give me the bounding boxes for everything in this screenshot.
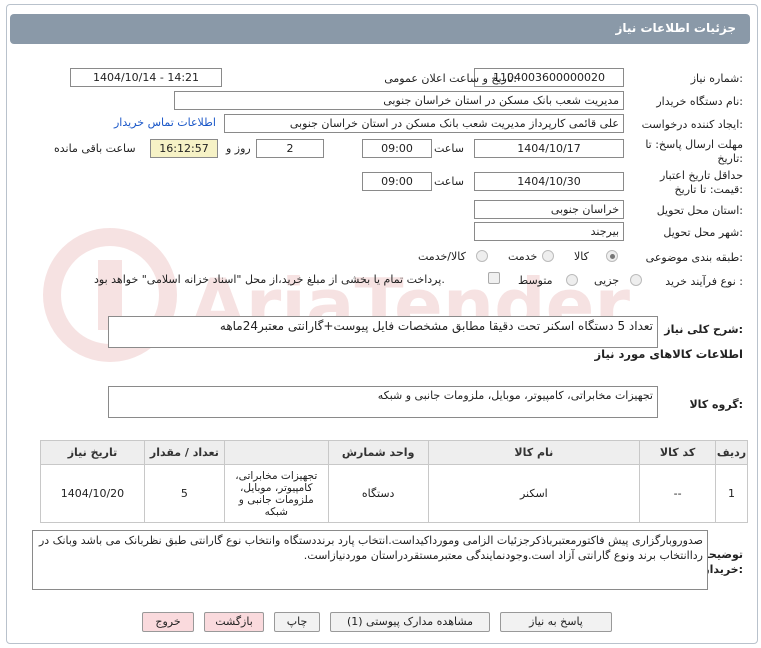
validity-label-line1: حداقل تاریخ اعتبار (659, 169, 743, 182)
process-option-minor: جزیی (594, 274, 620, 287)
treasury-payment-checkbox[interactable] (488, 272, 500, 284)
col-unit: واحد شمارش (327, 440, 429, 465)
cell-unit: دستگاه (327, 464, 429, 523)
category-radio-goods-service[interactable] (476, 250, 488, 262)
process-option-medium: متوسط (518, 274, 553, 287)
category-radio-service[interactable] (542, 250, 554, 262)
creator-label: ایجاد کننده درخواست: (641, 118, 743, 131)
col-qty: تعداد / مقدار (143, 440, 225, 465)
deadline-label-line1: مهلت ارسال پاسخ: تا (645, 138, 743, 151)
summary-label: شرح کلی نیاز: (664, 323, 743, 336)
announce-label: تاریخ و ساعت اعلان عمومی: (384, 72, 517, 85)
buyer-notes-text: صدوروبارگزاری پیش فاکتورمعتبرباذکرجزئیات… (38, 534, 703, 562)
goods-group-field: تجهیزات مخابراتی، کامپیوتر، موبایل، ملزو… (108, 386, 658, 418)
category-option-goods-service: کالا/خدمت (418, 250, 466, 263)
col-code: کد کالا (639, 440, 717, 465)
goods-group-label: گروه کالا: (689, 398, 743, 411)
province-field: خراسان جنوبی (474, 200, 624, 219)
cell-name: اسکنر (427, 464, 641, 523)
validity-date-field: 1404/10/30 (474, 172, 624, 191)
items-table-header: ردیف کد کالا نام کالا واحد شمارش تعداد /… (40, 440, 748, 465)
reply-button[interactable]: پاسخ به نیاز (500, 612, 612, 632)
summary-text: تعداد 5 دستگاه اسکنر تحت دقیقا مطابق مشخ… (219, 319, 653, 333)
validity-time-field: 09:00 (362, 172, 432, 191)
need-number-label: شماره نیاز: (690, 72, 743, 85)
buyer-label: نام دستگاه خریدار: (656, 95, 743, 108)
remaining-time-field: 16:12:57 (150, 139, 218, 158)
deadline-label-line2: تاریخ: (717, 152, 743, 165)
cell-group: تجهیزات مخابراتی، کامپیوتر، موبایل، ملزو… (223, 464, 329, 523)
validity-label-line2: قیمت: تا تاریخ: (674, 183, 743, 196)
page-title: جزئیات اطلاعات نیاز (615, 21, 736, 35)
back-button[interactable]: بازگشت (204, 612, 264, 632)
city-field: بیرجند (474, 222, 624, 241)
city-label: شهر محل تحویل: (663, 226, 743, 239)
view-attachments-button[interactable]: مشاهده مدارک پیوستی (1) (330, 612, 490, 632)
deadline-time-label: ساعت (434, 142, 464, 155)
process-label: نوع فرآیند خرید : (665, 275, 743, 288)
summary-field: تعداد 5 دستگاه اسکنر تحت دقیقا مطابق مشخ… (108, 316, 658, 348)
province-label: استان محل تحویل: (656, 204, 743, 217)
col-group (223, 440, 329, 465)
cell-qty: 5 (143, 464, 225, 523)
process-radio-medium[interactable] (566, 274, 578, 286)
contact-buyer-link[interactable]: اطلاعات تماس خریدار (114, 116, 216, 129)
goods-group-text: تجهیزات مخابراتی، کامپیوتر، موبایل، ملزو… (377, 389, 653, 402)
creator-field: علی قائمی کارپرداز مدیریت شعب بانک مسکن … (224, 114, 624, 133)
buyer-notes-label-line2: خریدار: (703, 563, 743, 576)
col-date: تاریخ نیاز (40, 440, 145, 465)
category-radio-goods[interactable] (606, 250, 618, 262)
deadline-date-field: 1404/10/17 (474, 139, 624, 158)
col-row: ردیف (715, 440, 748, 465)
announce-field: 1404/10/14 - 14:21 (70, 68, 222, 87)
days-label: روز و (226, 142, 251, 155)
buyer-notes-field: صدوروبارگزاری پیش فاکتورمعتبرباذکرجزئیات… (32, 530, 708, 590)
print-button[interactable]: چاپ (274, 612, 320, 632)
buyer-field: مدیریت شعب بانک مسکن در استان خراسان جنو… (174, 91, 624, 110)
remaining-label: ساعت باقی مانده (54, 142, 136, 155)
deadline-time-field: 09:00 (362, 139, 432, 158)
cell-code: -- (639, 464, 717, 523)
col-name: نام کالا (427, 440, 641, 465)
treasury-payment-note: پرداخت تمام یا بخشی از مبلغ خرید،از محل … (94, 273, 445, 286)
category-option-goods: کالا (574, 250, 589, 263)
cell-date: 1404/10/20 (40, 464, 145, 523)
validity-time-label: ساعت (434, 175, 464, 188)
page-header: جزئیات اطلاعات نیاز (10, 14, 750, 44)
category-label: طبقه بندی موضوعی: (645, 251, 743, 264)
goods-section-title: اطلاعات کالاهای مورد نیاز (594, 347, 743, 361)
exit-button[interactable]: خروج (142, 612, 194, 632)
table-row[interactable]: 1 -- اسکنر دستگاه تجهیزات مخابراتی، کامپ… (40, 464, 748, 523)
category-option-service: خدمت (508, 250, 538, 263)
process-radio-minor[interactable] (630, 274, 642, 286)
days-field: 2 (256, 139, 324, 158)
cell-row: 1 (715, 464, 748, 523)
items-table: ردیف کد کالا نام کالا واحد شمارش تعداد /… (40, 440, 748, 523)
